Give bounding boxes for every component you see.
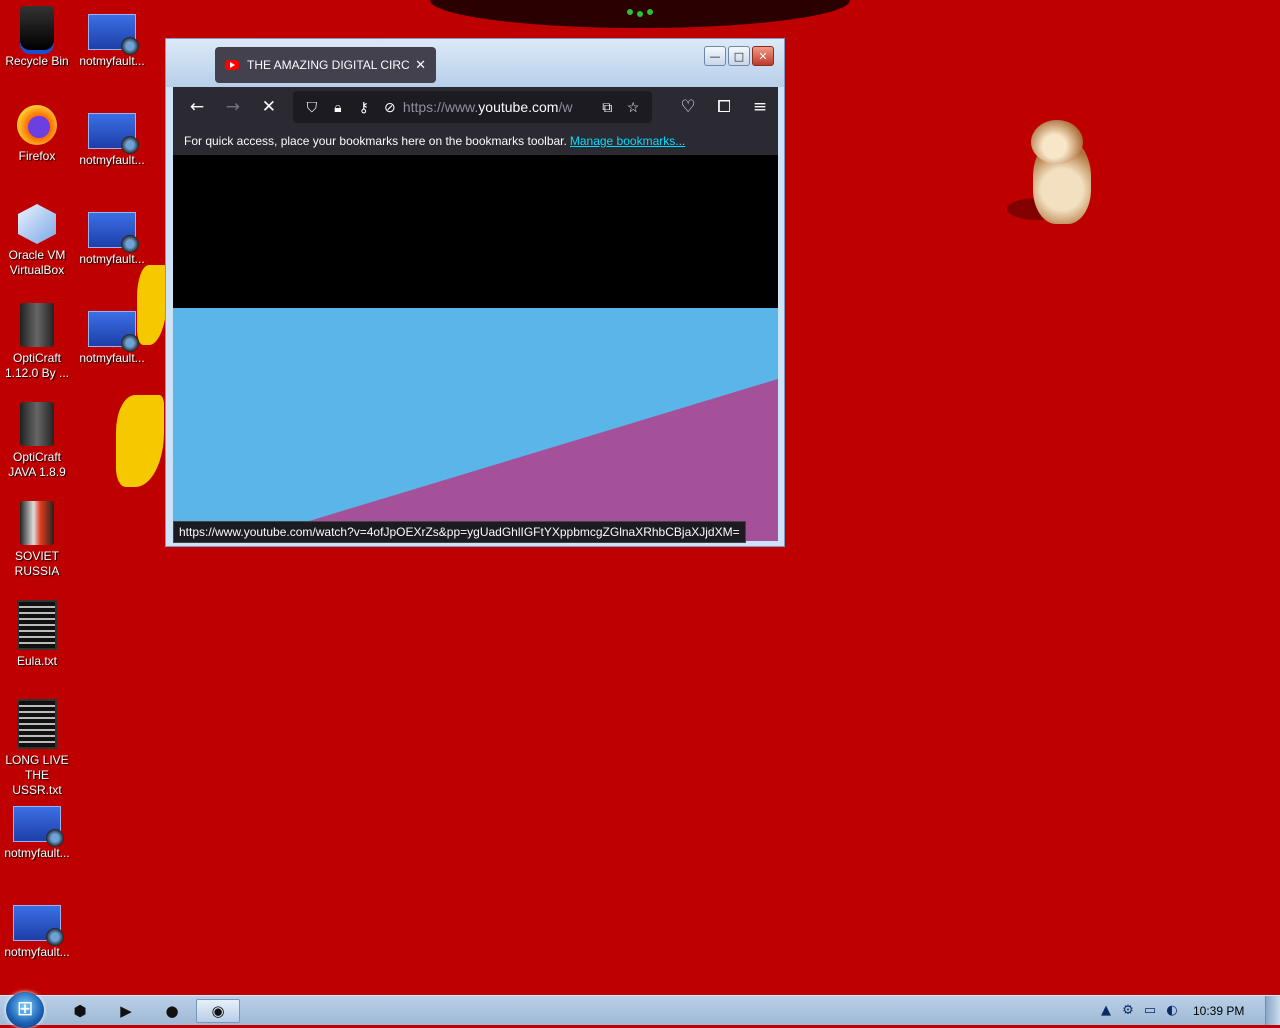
minimize-button[interactable]: —	[704, 46, 726, 66]
forward-arrow-icon[interactable]: →	[215, 89, 251, 125]
notmyfault-icon	[88, 14, 139, 55]
text-file-icon	[17, 699, 57, 749]
desktop-icon-label: OptiCraft 1.12.0 By ...	[4, 351, 70, 380]
tab-close-icon[interactable]: ✕	[415, 57, 426, 73]
text-file-icon	[17, 600, 57, 650]
taskbar-firefox-icon[interactable]: ◉	[196, 999, 240, 1023]
taskbar: ⬢ ▶ ● ◉ ▲ ⚙ ▭ ◐ 10:39 PM	[0, 992, 1280, 1028]
desktop-icon-label: Eula.txt	[16, 654, 58, 668]
desktop-icon-label: notmyfault...	[79, 54, 145, 68]
lock-icon[interactable]: 🔒︎	[325, 99, 351, 116]
desktop-icon-label: Oracle VM VirtualBox	[8, 248, 66, 277]
desktop-hamster-pet[interactable]	[1007, 120, 1095, 225]
maximize-button[interactable]: □	[728, 46, 750, 66]
desktop-icon-opticraft-java[interactable]: OptiCraft JAVA 1.8.9	[0, 402, 74, 480]
tracking-protection-icon[interactable]: ⊘	[377, 99, 403, 116]
tray-app-icon[interactable]: ⚙	[1117, 1003, 1139, 1018]
start-button[interactable]	[6, 992, 44, 1028]
shield-icon[interactable]: ⛉	[299, 99, 325, 116]
stop-loading-icon[interactable]: ✕	[251, 89, 287, 125]
video-frame[interactable]	[173, 308, 778, 541]
back-arrow-icon[interactable]: ←	[179, 89, 215, 125]
bookmarks-toolbar: For quick access, place your bookmarks h…	[173, 127, 778, 155]
desktop-icon-label: LONG LIVE THE USSR.txt	[5, 753, 69, 797]
opticraft-java-icon	[20, 402, 54, 446]
page-content[interactable]	[173, 155, 778, 541]
firefox-icon	[17, 105, 57, 145]
wallpaper-top-shape	[430, 0, 850, 28]
taskbar-clock[interactable]: 10:39 PM	[1193, 1004, 1244, 1018]
taskbar-pinned-app-icon[interactable]: ⬢	[62, 999, 98, 1023]
desktop-icon-eula[interactable]: Eula.txt	[0, 600, 74, 669]
desktop-icon-long-live-ussr[interactable]: LONG LIVE THE USSR.txt	[0, 699, 74, 798]
firefox-window[interactable]: THE AMAZING DIGITAL CIRCUS ✕ — □ ✕ ← → ✕…	[165, 38, 785, 547]
address-bar[interactable]: ⛉ 🔒︎ ⚷ ⊘ https://www.youtube.com/w ⧉ ☆	[292, 91, 653, 123]
desktop-icon-notmyfault[interactable]: notmyfault...	[0, 798, 74, 861]
virtualbox-icon	[18, 204, 56, 244]
url-domain: youtube.com	[478, 99, 559, 115]
navigation-toolbar: ← → ✕ ⛉ 🔒︎ ⚷ ⊘ https://www.youtube.com/w…	[173, 87, 778, 127]
desktop-icon-label: OptiCraft JAVA 1.8.9	[8, 450, 66, 479]
extensions-icon[interactable]: ⧠	[706, 89, 742, 125]
desktop-icon-label: Firefox	[18, 149, 56, 163]
notmyfault-icon	[13, 905, 64, 946]
close-button[interactable]: ✕	[752, 46, 774, 66]
wallpaper-emblem-shape	[116, 395, 164, 487]
url-suffix: /w	[558, 99, 573, 115]
desktop-icon-notmyfault[interactable]: notmyfault...	[75, 6, 149, 69]
notmyfault-icon	[88, 113, 139, 154]
desktop-icon-label: notmyfault...	[79, 252, 145, 266]
desktop-icon-soviet-russia[interactable]: SOVIET RUSSIA	[0, 501, 74, 579]
desktop-icon-label: notmyfault...	[4, 846, 70, 860]
permissions-icon[interactable]: ⚷	[351, 99, 377, 116]
url-text[interactable]: https://www.youtube.com/w	[403, 99, 594, 115]
notmyfault-icon	[88, 212, 139, 253]
desktop-icon-notmyfault[interactable]: notmyfault...	[75, 105, 149, 168]
pocket-icon[interactable]: ♡	[670, 89, 706, 125]
taskbar-pinned-app-icon[interactable]: ●	[154, 999, 190, 1023]
manage-bookmarks-link[interactable]: Manage bookmarks...	[570, 134, 685, 148]
desktop-icon-notmyfault[interactable]: notmyfault...	[75, 303, 149, 366]
youtube-icon	[225, 60, 239, 70]
hamburger-menu-icon[interactable]: ≡	[742, 89, 778, 125]
volume-icon[interactable]: ◐	[1161, 1003, 1183, 1018]
desktop-icon-virtualbox[interactable]: Oracle VM VirtualBox	[0, 204, 74, 278]
network-icon[interactable]: ▭	[1139, 1003, 1161, 1018]
wallpaper-led	[637, 11, 643, 17]
tray-overflow-icon[interactable]: ▲	[1095, 1003, 1117, 1018]
desktop-icon-notmyfault[interactable]: notmyfault...	[75, 204, 149, 267]
bookmark-star-icon[interactable]: ☆	[620, 99, 646, 116]
notmyfault-icon	[13, 806, 64, 847]
recycle-bin-icon	[20, 6, 54, 50]
tab-title: THE AMAZING DIGITAL CIRCUS	[247, 58, 410, 72]
window-controls: — □ ✕	[704, 46, 774, 66]
wallpaper-led	[647, 9, 653, 15]
desktop-icon-label: notmyfault...	[4, 945, 70, 959]
hamster-head	[1031, 120, 1083, 164]
desktop-icon-label: SOVIET RUSSIA	[14, 549, 60, 578]
url-prefix: https://www.	[402, 99, 479, 115]
show-desktop-button[interactable]	[1265, 996, 1280, 1025]
system-tray: ▲ ⚙ ▭ ◐ 10:39 PM	[1095, 996, 1280, 1025]
desktop-icon-firefox[interactable]: Firefox	[0, 105, 74, 164]
desktop-icon-label: notmyfault...	[79, 351, 145, 365]
desktop-icon-opticraft[interactable]: OptiCraft 1.12.0 By ...	[0, 303, 74, 381]
opticraft-icon	[20, 303, 54, 347]
soviet-russia-icon	[20, 501, 54, 545]
wallpaper-led	[627, 9, 633, 15]
desktop-icon-label: notmyfault...	[79, 153, 145, 167]
notmyfault-icon	[88, 311, 139, 352]
desktop-icon-notmyfault[interactable]: notmyfault...	[0, 897, 74, 960]
picture-in-picture-icon[interactable]: ⧉	[594, 99, 620, 116]
taskbar-media-player-icon[interactable]: ▶	[108, 999, 144, 1023]
desktop-icon-recycle-bin[interactable]: Recycle Bin	[0, 6, 74, 69]
desktop-icon-label: Recycle Bin	[5, 54, 69, 68]
browser-tab[interactable]: THE AMAZING DIGITAL CIRCUS ✕	[215, 47, 436, 83]
bookmarks-message: For quick access, place your bookmarks h…	[184, 134, 567, 148]
status-url: https://www.youtube.com/watch?v=4ofJpOEX…	[173, 521, 746, 543]
